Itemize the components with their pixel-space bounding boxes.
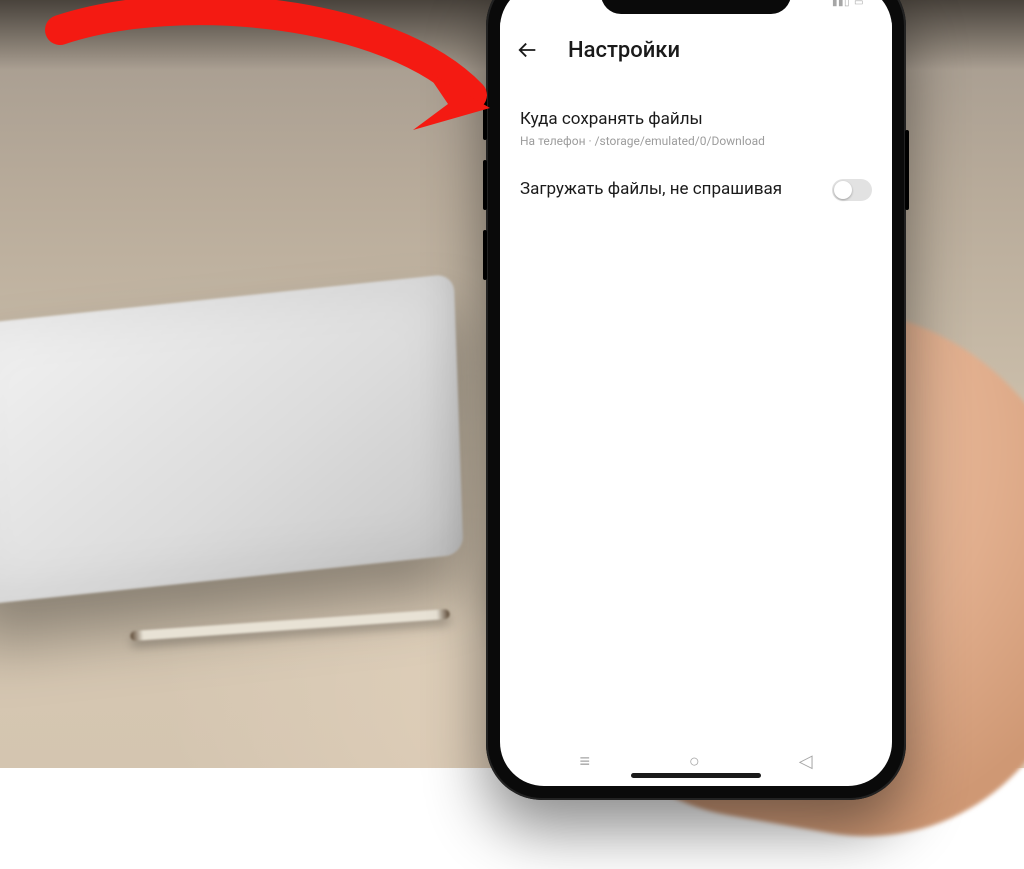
settings-list: Куда сохранять файлы На телефон · /stora… [500,84,892,786]
page-title: Настройки [568,38,680,63]
nav-home-indicator [631,773,761,778]
save-location-subtitle: На телефон · /storage/emulated/0/Downloa… [520,134,872,148]
battery-icon: ▭ [854,0,864,8]
nav-recent-icon[interactable]: ≡ [579,751,590,772]
arrow-left-icon [517,39,539,61]
back-button[interactable] [516,38,540,62]
download-no-ask-row[interactable]: Загружать файлы, не спрашивая [518,164,874,216]
system-nav-bar: ≡ ○ ◁ [500,740,892,786]
save-location-row[interactable]: Куда сохранять файлы На телефон · /stora… [518,94,874,164]
app-header: Настройки [500,22,892,78]
nav-home-icon[interactable]: ○ [689,751,700,772]
phone-frame: ▮▮▯ ▭ Настройки Куда сохранять файлы На … [486,0,906,800]
background-laptop [0,274,464,607]
phone-screen: ▮▮▯ ▭ Настройки Куда сохранять файлы На … [500,0,892,786]
nav-back-icon[interactable]: ◁ [799,751,813,772]
save-location-title: Куда сохранять файлы [520,108,872,130]
download-no-ask-toggle[interactable] [832,179,872,201]
download-no-ask-title: Загружать файлы, не спрашивая [520,178,820,200]
toggle-knob [834,181,852,199]
phone-notch [601,0,791,14]
signal-icon: ▮▮▯ [832,0,850,8]
